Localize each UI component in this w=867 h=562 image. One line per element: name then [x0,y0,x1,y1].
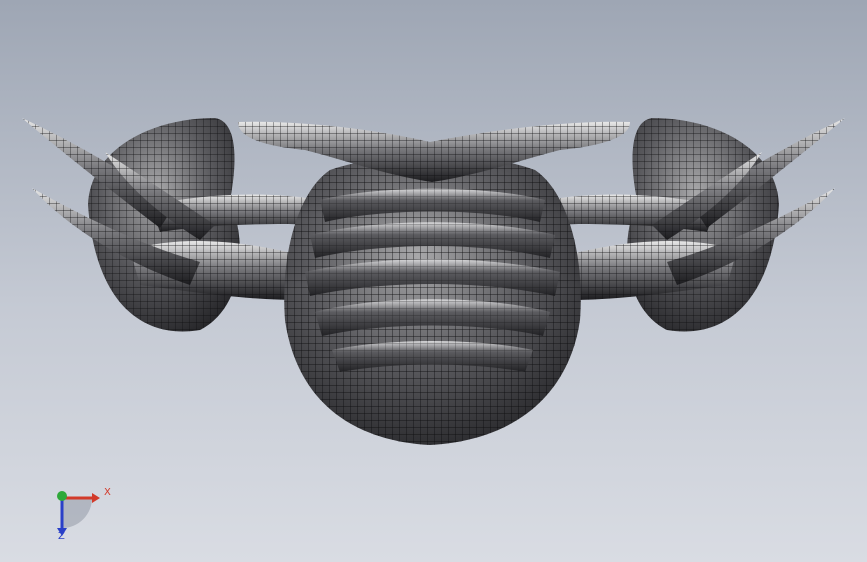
x-axis-label: X [104,487,111,498]
graphics-viewport[interactable]: X Z [0,0,867,562]
creature-mesh-model[interactable] [0,0,867,562]
z-axis-label: Z [58,531,65,542]
head-plate [238,121,630,182]
central-body [284,155,581,445]
